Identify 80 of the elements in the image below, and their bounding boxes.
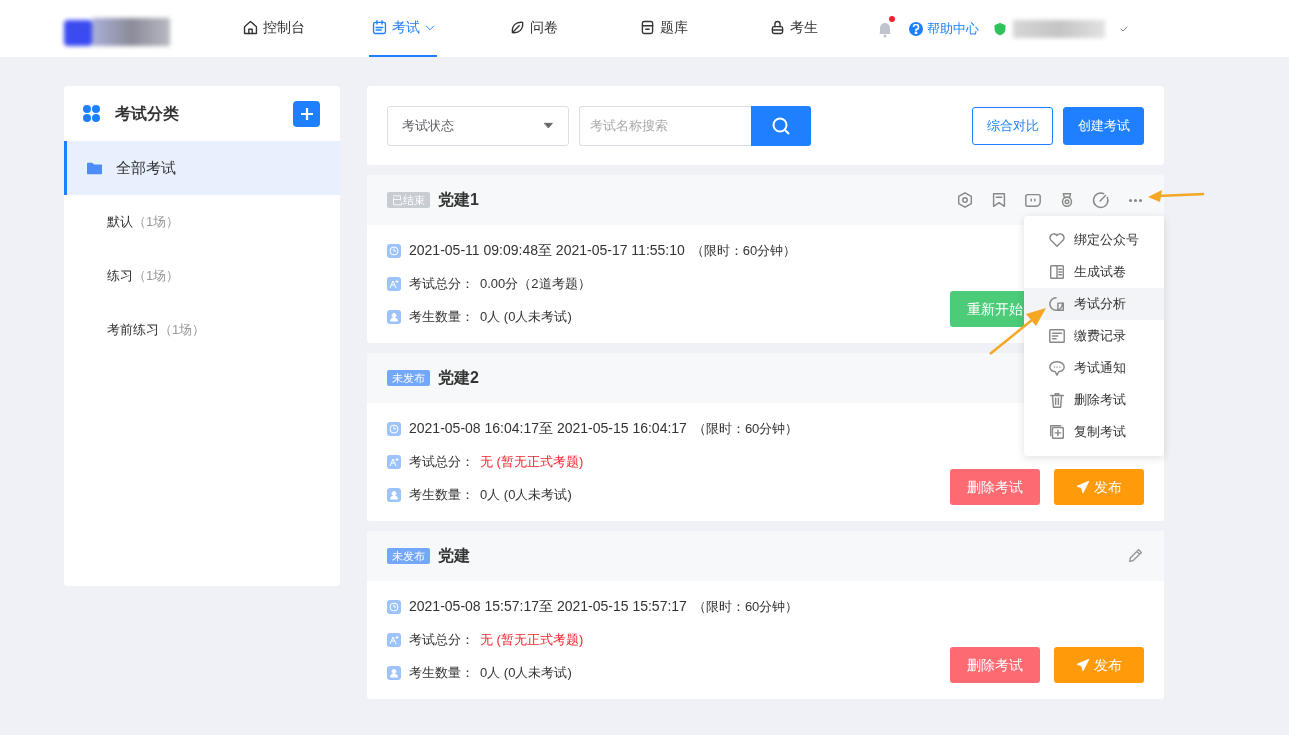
grid-icon (83, 105, 100, 122)
person-icon (387, 665, 401, 680)
sidebar-item[interactable]: 全部考试 (64, 141, 340, 195)
heart-icon (1048, 231, 1066, 249)
trash-icon (1048, 391, 1066, 409)
calendar-icon (370, 19, 388, 36)
help-icon (909, 21, 923, 36)
examinee-label: 考生数量： (409, 485, 474, 504)
score-label: 考试总分： (409, 630, 474, 649)
bell-icon[interactable] (877, 19, 893, 38)
exam-title: 党建2 (438, 368, 479, 388)
sidebar-item[interactable]: 考前练习（1场） (64, 303, 340, 357)
toolbar-button[interactable]: 综合对比 (972, 106, 1053, 145)
caret-down-icon (543, 120, 554, 131)
score-icon (387, 454, 401, 469)
status-select[interactable]: 考试状态 (387, 105, 569, 146)
search-button[interactable] (751, 105, 811, 146)
examinee-count: 0人 (0人未考试) (480, 485, 572, 504)
status-tag: 未发布 (387, 370, 430, 386)
score-icon (387, 276, 401, 291)
search-field[interactable]: 考试名称搜索 (579, 105, 751, 146)
nav-tab[interactable]: 考生 (759, 0, 827, 57)
score-value: 0.00分（2道考题） (480, 274, 591, 293)
clock-icon (387, 421, 401, 436)
time-limit: （限时：60分钟） (692, 597, 799, 616)
menu-item[interactable]: 缴费记录 (1024, 320, 1164, 352)
menu-item[interactable]: 生成试卷 (1024, 256, 1164, 288)
clock-icon (387, 599, 401, 614)
menu-item[interactable]: 绑定公众号 (1024, 224, 1164, 256)
house-icon (241, 19, 259, 36)
nav-tab[interactable]: 题库 (629, 0, 697, 57)
speech-bubble-icon (1048, 359, 1066, 377)
examinee-label: 考生数量： (409, 307, 474, 326)
sidebar-item[interactable]: 练习（1场） (64, 249, 340, 303)
time-limit: （限时：60分钟） (690, 241, 797, 260)
nav-tab[interactable]: 控制台 (239, 0, 307, 57)
nav-tab[interactable]: 问卷 (499, 0, 567, 57)
annotation-arrow (1146, 188, 1206, 204)
nav-tab[interactable]: 考试 (369, 0, 437, 57)
time-range: 2021-05-11 09:09:48至 2021-05-17 11:55:10 (409, 241, 685, 260)
chat-bubble-icon[interactable] (1024, 191, 1042, 209)
score-icon (387, 632, 401, 647)
help-link[interactable]: 帮助中心 (909, 18, 979, 39)
paper-plane-icon (1076, 480, 1090, 494)
score-value: 无 (暂无正式考题) (480, 452, 584, 471)
paper-plane-icon (1076, 658, 1090, 672)
menu-item[interactable]: 复制考试 (1024, 416, 1164, 448)
menu-item[interactable]: 考试通知 (1024, 352, 1164, 384)
score-value: 无 (暂无正式考题) (480, 630, 584, 649)
pencil-icon[interactable] (1126, 547, 1144, 565)
sidebar-title: 考试分类 (115, 103, 180, 124)
check-circle-icon[interactable] (1092, 191, 1110, 209)
clock-icon (387, 243, 401, 258)
menu-item[interactable]: 考试分析 (1024, 288, 1164, 320)
examinee-label: 考生数量： (409, 663, 474, 682)
examinee-count: 0人 (0人未考试) (480, 663, 572, 682)
person-icon (387, 309, 401, 324)
time-range: 2021-05-08 15:57:17至 2021-05-15 15:57:17 (409, 597, 687, 616)
sidebar-item[interactable]: 默认（1场） (64, 195, 340, 249)
status-tag: 未发布 (387, 548, 430, 564)
examinee-count: 0人 (0人未考试) (480, 307, 572, 326)
copy-icon (1048, 423, 1066, 441)
exam-title: 党建1 (438, 190, 479, 210)
pie-chart-icon (1048, 295, 1066, 313)
menu-item[interactable]: 删除考试 (1024, 384, 1164, 416)
search-icon (771, 115, 791, 136)
time-range: 2021-05-08 16:04:17至 2021-05-15 16:04:17 (409, 419, 687, 438)
score-label: 考试总分： (409, 274, 474, 293)
toolbar-button[interactable]: 创建考试 (1063, 106, 1144, 145)
document-icon (1048, 263, 1066, 281)
hexagon-icon[interactable] (956, 191, 974, 209)
list-icon (1048, 327, 1066, 345)
exam-title: 党建 (438, 546, 470, 566)
add-category-button[interactable] (293, 100, 320, 127)
score-label: 考试总分： (409, 452, 474, 471)
person-icon (387, 487, 401, 502)
plus-icon (298, 105, 315, 122)
shield-icon (993, 21, 1007, 36)
bookmark-icon[interactable] (990, 191, 1008, 209)
time-limit: （限时：60分钟） (692, 419, 799, 438)
